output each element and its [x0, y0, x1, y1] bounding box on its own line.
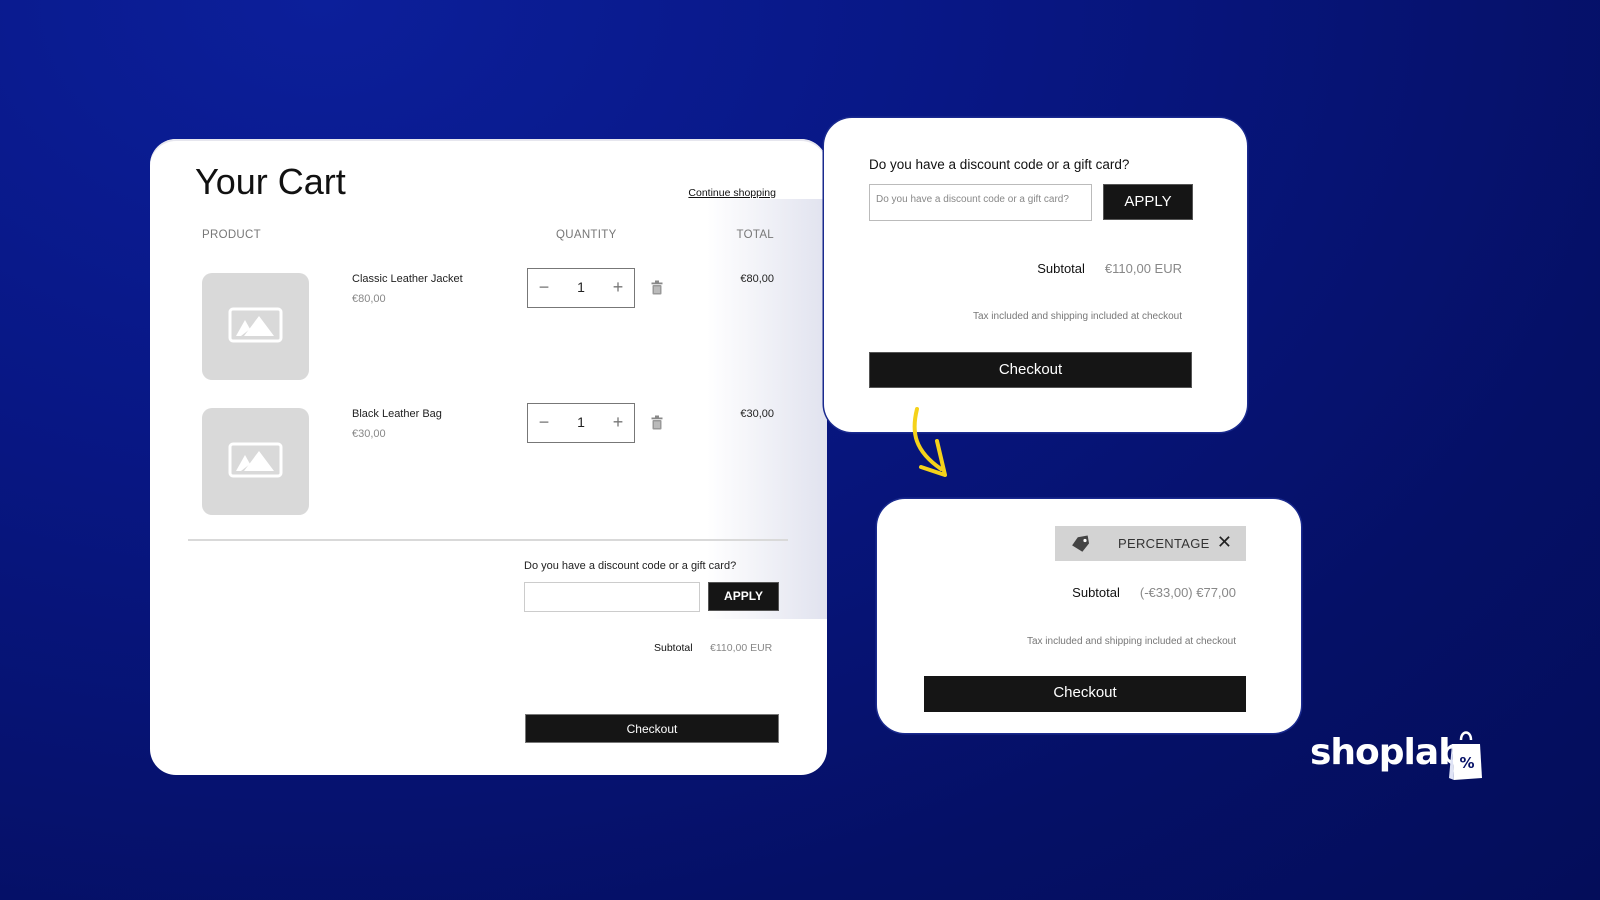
discount-code-card: Do you have a discount code or a gift ca… [824, 118, 1247, 432]
subtotal-value: €110,00 EUR [1104, 261, 1182, 276]
trash-icon[interactable] [651, 280, 663, 295]
product-image [202, 408, 309, 515]
brand-wordmark: shoplab [1310, 732, 1464, 773]
subtotal-label: Subtotal [1072, 585, 1120, 600]
image-placeholder-icon [228, 307, 283, 343]
applied-discount-card: PERCENTAGE ✕ Subtotal (-€33,00) €77,00 Ta… [877, 499, 1301, 733]
subtotal-label: Subtotal [654, 642, 693, 654]
page-title: Your Cart [195, 161, 346, 202]
percent-symbol: % [1459, 754, 1474, 772]
checkout-button[interactable]: Checkout [869, 352, 1192, 388]
quantity-stepper: − 1 + [527, 268, 635, 308]
product-price: €80,00 [352, 293, 386, 305]
tax-note: Tax included and shipping included at ch… [1026, 636, 1236, 647]
continue-shopping-link[interactable]: Continue shopping [688, 187, 776, 199]
quantity-stepper: − 1 + [527, 403, 635, 443]
subtotal-row: Subtotal (-€33,00) €77,00 [1072, 585, 1236, 600]
product-price: €30,00 [352, 428, 386, 440]
subtotal-row: Subtotal €110,00 EUR [1037, 261, 1182, 276]
checkout-button[interactable]: Checkout [525, 714, 779, 743]
cart-card: Your Cart Continue shopping PRODUCT QUAN… [150, 139, 827, 775]
cart-item-row: Classic Leather Jacket €80,00 − 1 + €80,… [150, 268, 827, 383]
cart-item-row: Black Leather Bag €30,00 − 1 + €30,00 [150, 403, 827, 518]
subtotal-value: €110,00 EUR [710, 642, 773, 654]
discount-question: Do you have a discount code or a gift ca… [869, 157, 1130, 172]
increase-quantity-button[interactable]: + [608, 277, 628, 298]
increase-quantity-button[interactable]: + [608, 412, 628, 433]
subtotal-value: (-€33,00) €77,00 [1139, 585, 1236, 600]
checkout-button[interactable]: Checkout [924, 676, 1246, 712]
arrow-icon [912, 407, 947, 477]
discount-type-label: PERCENTAGE [1118, 536, 1210, 551]
shopping-bag-percent-icon: % [1449, 731, 1482, 780]
trash-icon[interactable] [651, 415, 663, 430]
discount-code-input[interactable]: Do you have a discount code or a gift ca… [869, 184, 1092, 221]
line-total: €80,00 [740, 273, 774, 285]
remove-discount-button[interactable]: ✕ [1217, 532, 1232, 553]
column-header-product: PRODUCT [202, 229, 261, 241]
line-total: €30,00 [740, 408, 774, 420]
image-placeholder-icon [228, 442, 283, 478]
apply-button[interactable]: APPLY [708, 582, 779, 611]
subtotal-label: Subtotal [1037, 261, 1085, 276]
tag-icon [1072, 535, 1090, 552]
applied-discount-chip: PERCENTAGE ✕ [1055, 526, 1246, 561]
product-image [202, 273, 309, 380]
column-header-total: TOTAL [736, 229, 774, 241]
discount-label: Do you have a discount code or a gift ca… [524, 560, 737, 572]
divider [188, 539, 788, 541]
product-name[interactable]: Black Leather Bag [352, 408, 442, 420]
tax-note: Tax included and shipping included at ch… [972, 311, 1182, 322]
discount-code-input[interactable] [524, 582, 700, 612]
product-name[interactable]: Classic Leather Jacket [352, 273, 463, 285]
column-header-quantity: QUANTITY [556, 229, 617, 241]
apply-button[interactable]: APPLY [1103, 184, 1193, 220]
